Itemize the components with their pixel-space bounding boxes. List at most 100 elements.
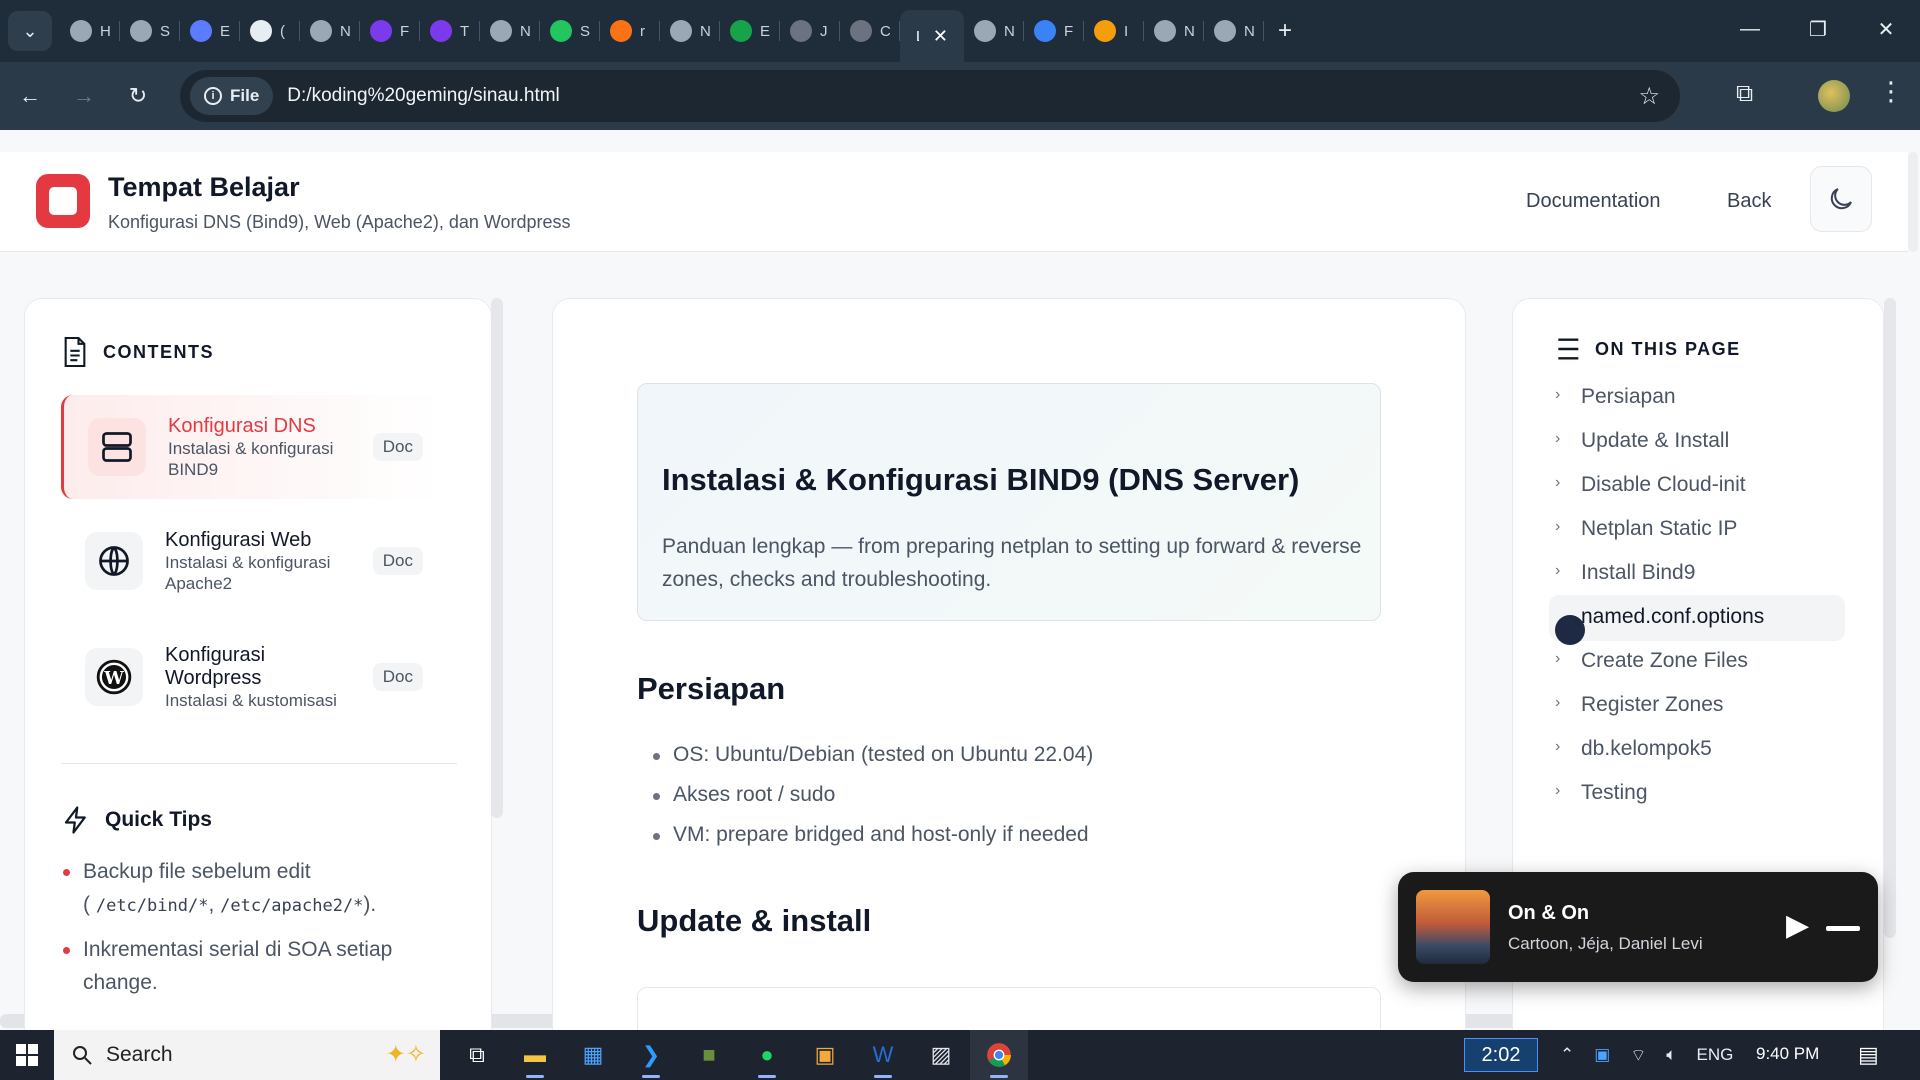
toc-item[interactable]: › Install Bind9 [1555, 561, 1695, 585]
info-icon: i [204, 87, 222, 105]
photos-icon[interactable]: ▨ [912, 1030, 970, 1080]
profile-avatar[interactable] [1818, 80, 1850, 112]
chrome-icon[interactable] [970, 1030, 1028, 1080]
toc-item[interactable]: › Register Zones [1555, 693, 1723, 717]
task-view-icon[interactable]: ⧉ [448, 1030, 506, 1080]
dismiss-bar-icon[interactable] [1826, 926, 1860, 931]
tab-title: C [880, 22, 890, 40]
timer-badge[interactable]: 2:02 [1464, 1038, 1538, 1072]
browser-tab[interactable]: ( [240, 9, 300, 53]
tab-search-button[interactable]: ⌄ [8, 11, 52, 51]
browser-tab[interactable]: N [964, 9, 1024, 53]
chevron-right-icon: › [1555, 782, 1561, 799]
bullet-dot [653, 753, 660, 760]
theme-toggle-button[interactable] [1810, 166, 1872, 232]
hero-panel: Instalasi & Konfigurasi BIND9 (DNS Serve… [637, 383, 1381, 621]
browser-tab[interactable]: T [420, 9, 480, 53]
menu-dots-icon[interactable]: ⋮ [1878, 76, 1904, 107]
play-icon[interactable]: ▶ [1786, 908, 1809, 943]
browser-tab[interactable]: I [1084, 9, 1144, 53]
toc-item[interactable]: › Netplan Static IP [1555, 517, 1737, 541]
restore-icon[interactable]: ❐ [1784, 0, 1852, 58]
file-explorer-icon[interactable]: ▬ [506, 1030, 564, 1080]
clock[interactable]: 9:40 PM [1756, 1044, 1819, 1064]
minecraft-icon[interactable]: ■ [680, 1030, 738, 1080]
toc-item[interactable]: › Testing [1555, 781, 1648, 805]
browser-tab[interactable]: N [1144, 9, 1204, 53]
windows-logo-icon [16, 1044, 38, 1066]
taskbar-search-box[interactable]: Search ✦✧ [54, 1030, 440, 1080]
nav-back-link[interactable]: Back [1727, 190, 1771, 213]
tab-title: r [640, 22, 645, 40]
doc-badge: Doc [372, 433, 423, 461]
media-player-popup[interactable]: On & On Cartoon, Jéja, Daniel Levi ▶ [1398, 872, 1878, 982]
notification-icon[interactable]: ▤ [1858, 1042, 1879, 1068]
browser-tab[interactable]: N [480, 9, 540, 53]
url-text[interactable]: D:/koding%20geming/sinau.html [287, 85, 560, 107]
browser-tab[interactable]: E [180, 9, 240, 53]
track-artist: Cartoon, Jéja, Daniel Levi [1508, 934, 1703, 953]
contents-scrollbar[interactable] [491, 298, 503, 818]
contents-item-web[interactable]: Konfigurasi Web Instalasi & konfigurasi … [61, 509, 441, 613]
store-icon[interactable]: ▦ [564, 1030, 622, 1080]
forward-arrow-icon[interactable]: → [60, 72, 108, 120]
close-icon[interactable]: ✕ [933, 26, 948, 47]
browser-tab[interactable]: N [300, 9, 360, 53]
tray-app-icon[interactable]: ▣ [1594, 1045, 1610, 1065]
contents-item-dns[interactable]: Konfigurasi DNS Instalasi & konfigurasi … [61, 395, 441, 499]
browser-tab[interactable]: F [1024, 9, 1084, 53]
wifi-icon[interactable]: ⌔ [1630, 1045, 1646, 1066]
chevron-down-icon: ⌄ [22, 20, 38, 41]
tab-title: N [340, 22, 350, 40]
browser-tab[interactable]: E [720, 9, 780, 53]
browser-tab[interactable]: N [1204, 9, 1264, 53]
toc-item[interactable]: › db.kelompok5 [1555, 737, 1712, 761]
browser-tab[interactable]: F [360, 9, 420, 53]
toc-item[interactable]: › Update & Install [1555, 429, 1729, 453]
main-content-card: Instalasi & Konfigurasi BIND9 (DNS Serve… [552, 298, 1466, 1030]
address-bar[interactable]: i File D:/koding%20geming/sinau.html ☆ [180, 70, 1680, 122]
start-button[interactable] [0, 1030, 54, 1080]
language-indicator[interactable]: ENG [1697, 1045, 1734, 1065]
toc-item[interactable]: named.conf.options [1549, 595, 1845, 645]
page-scrollbar[interactable] [1908, 152, 1918, 252]
code-block [637, 987, 1381, 1030]
minimize-icon[interactable]: — [1716, 0, 1784, 58]
tab-title: S [160, 22, 170, 40]
list-item: VM: prepare bridged and host-only if nee… [653, 823, 1089, 847]
tab-title: N [700, 22, 710, 40]
browser-tab[interactable]: J [780, 9, 840, 53]
contents-item-desc: Instalasi & konfigurasi BIND9 [168, 438, 334, 479]
back-arrow-icon[interactable]: ← [6, 72, 54, 120]
browser-tab[interactable]: S [540, 9, 600, 53]
contents-item-wordpress[interactable]: W Konfigurasi Wordpress Instalasi & kust… [61, 625, 441, 729]
toc-item[interactable]: › Disable Cloud-init [1555, 473, 1746, 497]
spotify-icon[interactable]: ● [738, 1030, 796, 1080]
contents-item-title: Konfigurasi DNS [168, 414, 316, 437]
list-item: OS: Ubuntu/Debian (tested on Ubuntu 22.0… [653, 743, 1093, 767]
word-icon[interactable]: W [854, 1030, 912, 1080]
volume-icon[interactable]: 🔈︎ [1666, 1045, 1676, 1065]
window-controls: — ❐ ✕ [1716, 0, 1920, 58]
toc-item[interactable]: › Persiapan [1555, 385, 1676, 409]
browser-tab[interactable]: S [120, 9, 180, 53]
browser-tab[interactable]: H [60, 9, 120, 53]
extensions-puzzle-icon[interactable]: ⧉ [1736, 80, 1753, 108]
toc-item[interactable]: › Create Zone Files [1555, 649, 1748, 673]
toc-scrollbar[interactable] [1884, 298, 1896, 938]
new-tab-button[interactable]: + [1278, 17, 1292, 45]
site-info-chip[interactable]: i File [190, 77, 274, 115]
close-window-icon[interactable]: ✕ [1852, 0, 1920, 58]
bookmark-star-icon[interactable]: ☆ [1638, 82, 1660, 111]
tab-active[interactable]: L ✕ [900, 10, 964, 62]
browser-tab[interactable]: N [660, 9, 720, 53]
nav-documentation-link[interactable]: Documentation [1526, 190, 1661, 213]
reload-icon[interactable]: ↻ [114, 72, 162, 120]
openai-icon [310, 20, 332, 42]
chevron-up-icon[interactable]: ⌃ [1560, 1045, 1574, 1065]
vscode-icon[interactable]: ❯ [622, 1030, 680, 1080]
pycharm-icon[interactable]: ▣ [796, 1030, 854, 1080]
browser-tab[interactable]: C [840, 9, 900, 53]
browser-tab[interactable]: r [600, 9, 660, 53]
globe-grey-icon [790, 20, 812, 42]
